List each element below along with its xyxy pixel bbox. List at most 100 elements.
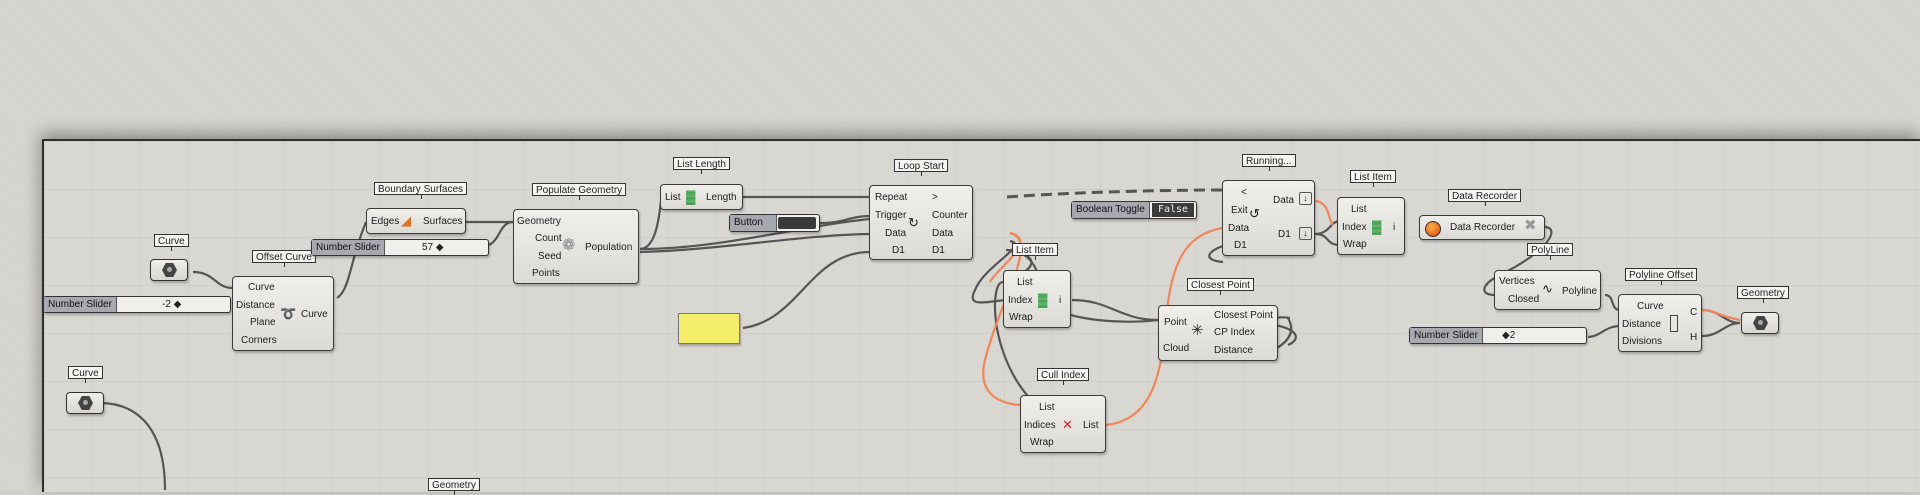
input-distance[interactable]: Distance xyxy=(236,300,275,312)
input-index[interactable]: Index xyxy=(1008,295,1032,307)
polyline-offset-component[interactable]: Curve Distance Divisions C H xyxy=(1618,294,1702,352)
component-label: Loop Start xyxy=(894,159,949,176)
component-label: Data Recorder xyxy=(1448,189,1522,206)
output-h[interactable]: H xyxy=(1690,332,1697,344)
curve-label: Curve xyxy=(154,234,189,251)
output-population[interactable]: Population xyxy=(585,242,632,254)
output-data[interactable]: Data xyxy=(932,228,953,240)
input-d1[interactable]: D1 xyxy=(1234,240,1247,252)
input-plane[interactable]: Plane xyxy=(250,317,276,329)
component-label: Offset Curve xyxy=(252,250,316,267)
output-list[interactable]: List xyxy=(1083,420,1099,432)
output-curve[interactable]: Curve xyxy=(301,309,328,321)
input-list[interactable]: List xyxy=(665,192,681,204)
arrow-down-icon[interactable]: ↓ xyxy=(1299,192,1312,205)
input-divisions[interactable]: Divisions xyxy=(1622,336,1662,348)
boolean-toggle[interactable]: Boolean Toggle False xyxy=(1071,201,1197,219)
input-exit[interactable]: Exit xyxy=(1231,205,1248,217)
data-recorder-icon xyxy=(1425,221,1441,237)
arrow-down-icon[interactable]: ↓ xyxy=(1299,227,1312,240)
slider-value[interactable]: -2 ◆ xyxy=(162,297,181,312)
closest-point-component[interactable]: Point Cloud ✳ Closest Point CP Index Dis… xyxy=(1158,305,1278,361)
output-distance[interactable]: Distance xyxy=(1214,345,1253,357)
number-slider[interactable]: Number Slider 57 ◆ xyxy=(311,239,489,256)
input-list[interactable]: List xyxy=(1017,277,1033,289)
output-d1[interactable]: D1 xyxy=(1278,229,1291,241)
input-geometry[interactable]: Geometry xyxy=(517,216,561,228)
input-indices[interactable]: Indices xyxy=(1024,420,1056,432)
output-polyline[interactable]: Polyline xyxy=(1562,286,1597,298)
input-seed[interactable]: Seed xyxy=(538,251,561,263)
input-data[interactable]: Data xyxy=(885,228,906,240)
button-component[interactable]: Button xyxy=(729,214,820,232)
input-curve[interactable]: Curve xyxy=(1637,301,1664,313)
boundary-surfaces-component[interactable]: Edges ◢ Surfaces xyxy=(366,208,466,234)
input-closed[interactable]: Closed xyxy=(1508,294,1539,306)
input-repeat[interactable]: Repeat xyxy=(875,192,907,204)
component-label: Running... xyxy=(1242,154,1296,171)
list-item-component[interactable]: List Index Wrap ▓ i xyxy=(1003,270,1071,328)
input-trigger[interactable]: Trigger xyxy=(875,210,906,222)
input-wrap[interactable]: Wrap xyxy=(1343,239,1367,251)
input-wrap[interactable]: Wrap xyxy=(1009,312,1033,324)
slider-name: Number Slider xyxy=(312,240,385,255)
input-list[interactable]: List xyxy=(1039,402,1055,414)
component-label: Populate Geometry xyxy=(532,183,627,200)
output-c[interactable]: C xyxy=(1690,307,1697,319)
output-counter[interactable]: Counter xyxy=(932,210,968,222)
component-label: Boundary Surfaces xyxy=(374,182,468,199)
input-point[interactable]: Point xyxy=(1164,317,1187,329)
input-d1[interactable]: D1 xyxy=(892,245,905,257)
slider-value[interactable]: 57 ◆ xyxy=(422,240,444,255)
polyline-component[interactable]: Vertices Closed ∿ Polyline xyxy=(1494,270,1601,310)
input-vertices[interactable]: Vertices xyxy=(1499,276,1535,288)
input-count[interactable]: Count xyxy=(535,233,562,245)
input-less[interactable]: < xyxy=(1241,187,1247,199)
input-wrap[interactable]: Wrap xyxy=(1030,437,1054,449)
cull-index-component[interactable]: List Indices Wrap ✕ List xyxy=(1020,395,1106,453)
slider-value[interactable]: ◆2 xyxy=(1502,328,1515,343)
output-data[interactable]: Data xyxy=(1273,195,1294,207)
input-cloud[interactable]: Cloud xyxy=(1163,343,1189,355)
clear-x-icon[interactable]: ✖ xyxy=(1524,218,1537,233)
input-edges[interactable]: Edges xyxy=(371,216,399,228)
polyline-icon: ∿ xyxy=(1542,281,1553,296)
output-greater[interactable]: > xyxy=(932,192,938,204)
recorder-name: Data Recorder xyxy=(1450,222,1516,233)
geometry-label: Geometry xyxy=(1737,286,1789,303)
cull-index-icon: ✕ xyxy=(1062,417,1073,432)
geometry-label: Geometry xyxy=(428,478,480,495)
curve-param[interactable] xyxy=(150,259,188,281)
offset-curve-component[interactable]: Curve Distance Plane Corners ➰ Curve xyxy=(232,276,334,351)
output-i[interactable]: i xyxy=(1059,295,1061,307)
input-curve[interactable]: Curve xyxy=(248,282,275,294)
input-corners[interactable]: Corners xyxy=(241,335,277,347)
data-recorder-component[interactable]: Data Recorder ✖ xyxy=(1419,215,1545,240)
slider-name: Number Slider xyxy=(1410,328,1483,343)
input-distance[interactable]: Distance xyxy=(1622,319,1661,331)
output-length[interactable]: Length xyxy=(706,192,737,204)
loop-start-icon: ↻ xyxy=(908,215,919,230)
output-i[interactable]: i xyxy=(1393,222,1395,234)
number-slider[interactable]: Number Slider ◆2 xyxy=(1409,327,1587,344)
list-item-component[interactable]: List Index Wrap ▓ i xyxy=(1337,197,1405,255)
output-closest-point[interactable]: Closest Point xyxy=(1214,310,1273,322)
input-list[interactable]: List xyxy=(1351,204,1367,216)
toggle-value[interactable]: False xyxy=(1152,203,1194,217)
output-surfaces[interactable]: Surfaces xyxy=(423,216,462,228)
component-label: Cull Index xyxy=(1037,368,1090,385)
output-d1[interactable]: D1 xyxy=(932,245,945,257)
loop-start-component[interactable]: Repeat Trigger Data D1 ↻ > Counter Data … xyxy=(869,185,973,260)
input-points[interactable]: Points xyxy=(532,268,560,280)
populate-geometry-component[interactable]: Geometry Count Seed Points ❁ Population xyxy=(513,209,639,284)
button-face[interactable] xyxy=(778,217,816,229)
number-slider[interactable]: Number Slider -2 ◆ xyxy=(43,296,231,313)
output-cp-index[interactable]: CP Index xyxy=(1214,327,1255,339)
input-index[interactable]: Index xyxy=(1342,222,1366,234)
panel[interactable] xyxy=(678,313,740,344)
geometry-param[interactable] xyxy=(1741,312,1779,334)
list-length-component[interactable]: List ▓ Length xyxy=(660,184,743,210)
curve-param[interactable] xyxy=(66,392,104,414)
loop-end-component[interactable]: < Exit Data D1 ↺ Data D1 ↓ ↓ xyxy=(1222,180,1315,256)
input-data[interactable]: Data xyxy=(1228,223,1249,235)
